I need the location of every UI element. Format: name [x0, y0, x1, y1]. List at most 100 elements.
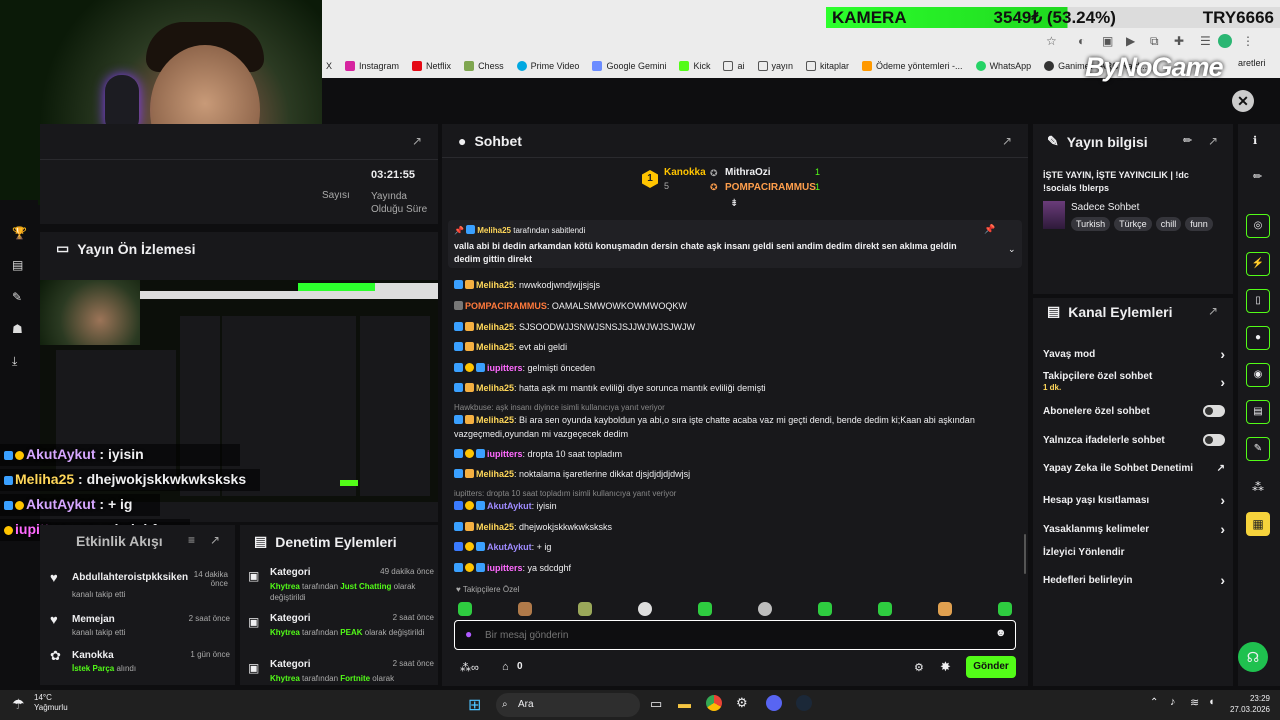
action-subs-only[interactable]: Abonelere özel sohbet — [1043, 405, 1225, 417]
gift-icon[interactable]: ▦ — [1246, 512, 1270, 536]
action-slow-mode[interactable]: Yavaş mod › — [1043, 346, 1225, 362]
send-button[interactable]: Gönder — [966, 656, 1016, 678]
leader-name[interactable]: Kanokka — [664, 167, 706, 178]
action-goals[interactable]: Hedefleri belirleyin › — [1043, 572, 1225, 588]
leader-name[interactable]: MithraOzi — [725, 167, 771, 178]
emote-icon[interactable] — [758, 602, 772, 616]
weather-widget[interactable]: 14°C Yağmurlu — [34, 693, 68, 713]
toggle-switch[interactable] — [1203, 405, 1225, 417]
bookmark-gemini[interactable]: Google Gemini — [592, 61, 666, 71]
file-explorer-icon[interactable]: ▬ — [678, 696, 691, 711]
star-icon[interactable]: ☆ — [1046, 34, 1057, 48]
mic-icon[interactable]: ♪ — [1170, 696, 1176, 708]
document-icon[interactable]: ▯ — [1246, 289, 1270, 313]
bookmark-kick[interactable]: Kick — [679, 61, 710, 71]
emote-icon[interactable] — [458, 602, 472, 616]
download-icon[interactable]: ⤓ — [12, 354, 17, 369]
toggle-switch[interactable] — [1203, 434, 1225, 446]
bookmark-kitaplar[interactable]: kitaplar — [806, 61, 849, 71]
layout-icon[interactable]: ▤ — [12, 258, 23, 272]
tag[interactable]: Turkish — [1071, 217, 1111, 231]
popout-icon[interactable]: ↗ — [1208, 134, 1218, 148]
taskbar-search[interactable]: ⌕ Ara — [496, 693, 640, 717]
bookmark-instagram[interactable]: Instagram — [345, 61, 399, 71]
chat-scrollbar[interactable] — [1024, 534, 1026, 574]
emote-icon[interactable] — [998, 602, 1012, 616]
sidepanel-icon[interactable]: ☰ — [1200, 34, 1211, 48]
kick-logo-icon[interactable]: ✕ — [1232, 90, 1254, 112]
chevron-down-icon[interactable]: ⇟ — [730, 198, 738, 209]
puzzle-icon[interactable]: ✚ — [1174, 34, 1184, 48]
emote-icon[interactable] — [638, 602, 652, 616]
emote-icon[interactable] — [938, 602, 952, 616]
action-banned-words[interactable]: Yasaklanmış kelimeler › — [1043, 521, 1225, 537]
bookmark-x[interactable]: X — [326, 61, 332, 71]
emoji-icon[interactable]: ☻ — [995, 627, 1007, 639]
emote-icon[interactable] — [698, 602, 712, 616]
tag[interactable]: funn — [1185, 217, 1213, 231]
emote-icon[interactable] — [878, 602, 892, 616]
tray-chevron-icon[interactable]: ⌃ — [1150, 697, 1158, 708]
menu-icon[interactable]: ⋮ — [1242, 34, 1254, 48]
users-icon[interactable]: ☗ — [12, 322, 23, 336]
filter-icon[interactable]: ≡ — [188, 533, 195, 547]
clock[interactable]: 23:29 27.03.2026 — [1222, 693, 1270, 715]
wrench-icon[interactable]: ✎ — [1246, 437, 1270, 461]
community-icon[interactable]: ⁂ — [1252, 480, 1264, 494]
action-ai-moderation[interactable]: Yapay Zeka ile Sohbet Denetimi ↗ — [1043, 463, 1225, 474]
chat-icon[interactable]: ● — [1246, 326, 1270, 350]
action-followers-only[interactable]: Takipçilere özel sohbet 1 dk. › — [1043, 371, 1225, 393]
bookmark-odeme[interactable]: Ödeme yöntemleri -... — [862, 61, 963, 71]
emote-icon[interactable] — [818, 602, 832, 616]
bookmark-ai[interactable]: ai — [723, 61, 745, 71]
action-account-age[interactable]: Hesap yaşı kısıtlaması › — [1043, 492, 1225, 508]
lightning-icon[interactable]: ⚡ — [1246, 252, 1270, 276]
pencil-icon[interactable]: ✏ — [1253, 170, 1262, 183]
action-emotes-only[interactable]: Yalnızca ifadelerle sohbet — [1043, 434, 1225, 446]
microphone-icon[interactable]: ● — [465, 627, 472, 641]
gear-icon[interactable]: ⚙ — [914, 661, 924, 674]
category-name[interactable]: Sadece Sohbet — [1071, 202, 1139, 213]
screenshot-icon[interactable]: ▣ — [1102, 34, 1113, 48]
popout-icon[interactable]: ↗ — [1002, 134, 1012, 148]
bookmark-chess[interactable]: Chess — [464, 61, 504, 71]
tag[interactable]: chill — [1155, 217, 1182, 231]
bookmark-prime-video[interactable]: Prime Video — [516, 61, 579, 71]
broadcast-icon[interactable]: ◉ — [1246, 363, 1270, 387]
discord-icon[interactable] — [766, 695, 782, 711]
profile-avatar[interactable] — [1218, 34, 1232, 48]
bookmark-yayin[interactable]: yayın — [757, 61, 793, 71]
translate-icon[interactable]: ⧉ — [1150, 34, 1159, 49]
wrench-icon[interactable]: ✎ — [12, 290, 22, 304]
info-icon[interactable]: ℹ — [1253, 134, 1257, 147]
leader-name[interactable]: POMPACIRAMMUS — [725, 182, 816, 193]
points-icon[interactable]: ⁂∞ — [460, 661, 479, 674]
task-view-icon[interactable]: ▭ — [650, 696, 662, 712]
bookmark-whatsapp[interactable]: WhatsApp — [975, 61, 1031, 71]
camera-tool-icon[interactable]: ◎ — [1246, 214, 1270, 238]
support-icon[interactable]: ☊ — [1238, 642, 1268, 672]
action-raid[interactable]: İzleyici Yönlendir — [1043, 547, 1225, 558]
extension-icon[interactable]: ◐ — [1078, 34, 1085, 48]
chevron-down-icon[interactable]: ⌄ — [1008, 244, 1016, 255]
volume-icon[interactable]: ◖ — [1208, 696, 1215, 708]
popout-icon[interactable]: ↗ — [1208, 304, 1218, 318]
wifi-icon[interactable]: ≋ — [1190, 696, 1199, 709]
emote-icon[interactable] — [578, 602, 592, 616]
steam-icon[interactable] — [796, 695, 812, 711]
play-icon[interactable]: ▶ — [1126, 34, 1135, 48]
unpin-icon[interactable]: 📌 — [984, 224, 995, 235]
popout-icon[interactable]: ↗ — [210, 533, 220, 547]
emote-icon[interactable] — [518, 602, 532, 616]
chat-input[interactable] — [485, 626, 985, 644]
clipboard-icon[interactable]: ▤ — [1246, 400, 1270, 424]
quick-actions-icon[interactable]: ✸ — [940, 659, 951, 675]
tag[interactable]: Türkçe — [1114, 217, 1152, 231]
settings-icon[interactable]: ⚙ — [736, 695, 748, 711]
popout-icon[interactable]: ↗ — [412, 134, 422, 148]
trophy-icon[interactable]: 🏆 — [12, 226, 27, 240]
chrome-icon[interactable] — [706, 695, 722, 711]
bookmark-netflix[interactable]: Netflix — [412, 61, 451, 71]
windows-start-icon[interactable]: ⊞ — [468, 695, 481, 715]
edit-icon[interactable]: ✏ — [1183, 134, 1192, 147]
